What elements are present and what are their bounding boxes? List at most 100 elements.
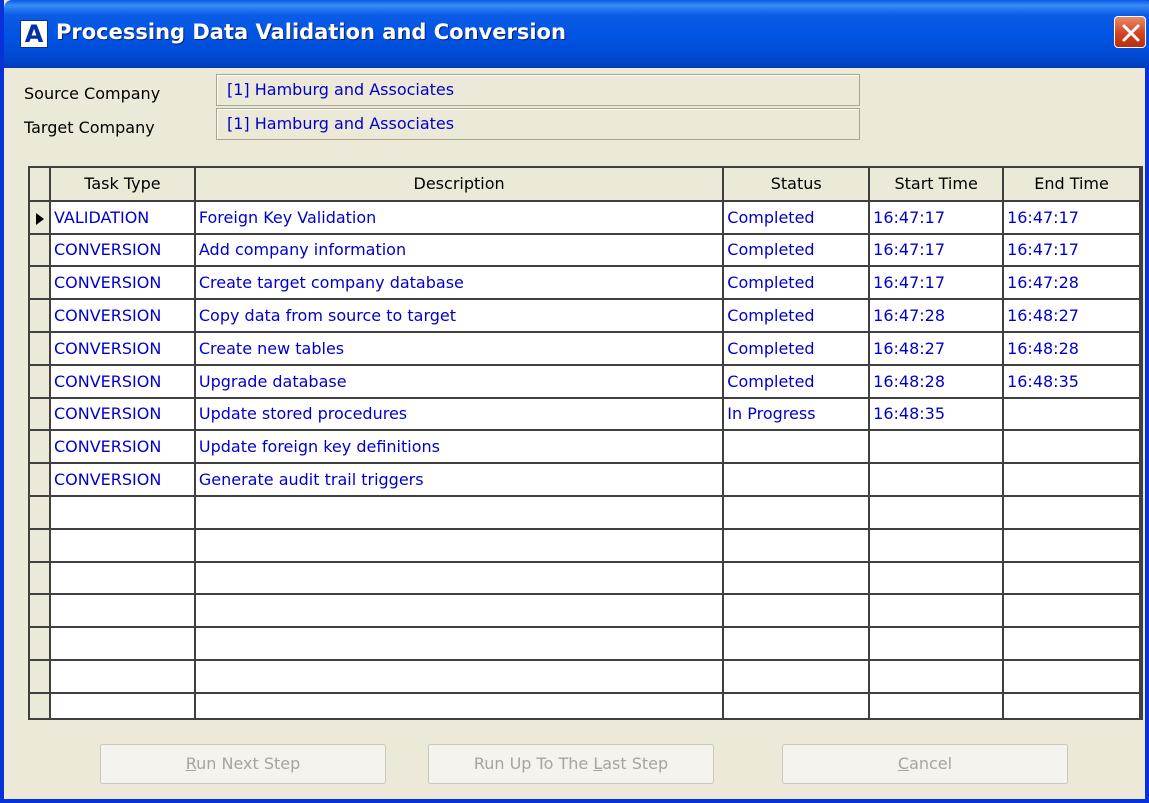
- run-to-last-step-button[interactable]: Run Up To The Last Step: [428, 744, 714, 784]
- row-selector[interactable]: [30, 233, 51, 268]
- cell-start-time[interactable]: 16:47:28: [869, 299, 1005, 333]
- cell-description[interactable]: Upgrade database: [194, 364, 725, 399]
- cell-description[interactable]: Create target company database: [194, 266, 725, 301]
- empty-table-row[interactable]: [30, 561, 1141, 596]
- cell-start-time[interactable]: [869, 528, 1005, 563]
- row-selector[interactable]: [30, 692, 51, 718]
- cell-status[interactable]: In Progress: [723, 397, 871, 432]
- cell-task-type[interactable]: [49, 528, 196, 563]
- column-header-task-type[interactable]: Task Type: [49, 168, 196, 202]
- table-row[interactable]: CONVERSION Copy data from source to targe…: [30, 299, 1141, 333]
- cell-description[interactable]: [194, 495, 725, 530]
- cell-status[interactable]: Completed: [723, 233, 871, 268]
- cell-start-time[interactable]: [869, 430, 1005, 465]
- cell-start-time[interactable]: [869, 659, 1005, 694]
- cell-start-time[interactable]: 16:47:17: [869, 200, 1005, 235]
- table-row[interactable]: VALIDATION Foreign Key Validation Complete…: [30, 200, 1141, 235]
- cell-end-time[interactable]: 16:47:17: [1003, 200, 1141, 235]
- cell-task-type[interactable]: CONVERSION: [49, 364, 196, 399]
- table-row[interactable]: CONVERSION Create target company database…: [30, 266, 1141, 301]
- cell-end-time[interactable]: [1003, 430, 1141, 465]
- cell-status[interactable]: [723, 463, 871, 497]
- cell-description[interactable]: Foreign Key Validation: [194, 200, 725, 235]
- column-header-end-time[interactable]: End Time: [1003, 168, 1141, 202]
- table-row[interactable]: CONVERSION Upgrade database Completed 16:48…: [30, 364, 1141, 399]
- cell-description[interactable]: [194, 659, 725, 694]
- close-button[interactable]: [1114, 16, 1146, 48]
- cell-status[interactable]: Completed: [723, 364, 871, 399]
- cell-description[interactable]: [194, 561, 725, 596]
- cell-description[interactable]: [194, 692, 725, 718]
- cell-start-time[interactable]: 16:47:17: [869, 266, 1005, 301]
- cell-start-time[interactable]: [869, 594, 1005, 629]
- run-next-step-button[interactable]: Run Next Step: [100, 744, 386, 784]
- cell-status[interactable]: [723, 627, 871, 661]
- title-bar[interactable]: A Processing Data Validation and Convers…: [4, 0, 1149, 68]
- cell-status[interactable]: [723, 561, 871, 596]
- table-row[interactable]: CONVERSION Update stored procedures In Pro…: [30, 397, 1141, 432]
- cell-end-time[interactable]: 16:48:28: [1003, 331, 1141, 366]
- cell-end-time[interactable]: 16:47:17: [1003, 233, 1141, 268]
- cell-end-time[interactable]: [1003, 495, 1141, 530]
- empty-table-row[interactable]: [30, 528, 1141, 563]
- row-selector[interactable]: [30, 397, 51, 432]
- row-selector[interactable]: [30, 364, 51, 399]
- cell-end-time[interactable]: 16:48:27: [1003, 299, 1141, 333]
- task-grid[interactable]: Task Type Description Status Start Time …: [28, 166, 1143, 720]
- cell-start-time[interactable]: [869, 692, 1005, 718]
- cell-status[interactable]: [723, 594, 871, 629]
- cell-description[interactable]: [194, 594, 725, 629]
- cell-task-type[interactable]: CONVERSION: [49, 397, 196, 432]
- cell-end-time[interactable]: [1003, 528, 1141, 563]
- row-selector[interactable]: [30, 430, 51, 465]
- cell-status[interactable]: [723, 528, 871, 563]
- cell-task-type[interactable]: VALIDATION: [49, 200, 196, 235]
- cell-start-time[interactable]: 16:47:17: [869, 233, 1005, 268]
- cell-task-type[interactable]: [49, 594, 196, 629]
- cell-start-time[interactable]: [869, 495, 1005, 530]
- cell-status[interactable]: [723, 692, 871, 718]
- empty-table-row[interactable]: [30, 692, 1141, 718]
- cell-task-type[interactable]: [49, 659, 196, 694]
- cell-description[interactable]: Update stored procedures: [194, 397, 725, 432]
- cell-end-time[interactable]: [1003, 627, 1141, 661]
- cell-end-time[interactable]: [1003, 659, 1141, 694]
- cell-start-time[interactable]: [869, 561, 1005, 596]
- cell-task-type[interactable]: CONVERSION: [49, 299, 196, 333]
- row-selector[interactable]: [30, 528, 51, 563]
- empty-table-row[interactable]: [30, 594, 1141, 629]
- row-selector[interactable]: [30, 266, 51, 301]
- cell-task-type[interactable]: CONVERSION: [49, 463, 196, 497]
- table-row[interactable]: CONVERSION Generate audit trail triggers: [30, 463, 1141, 497]
- cell-task-type[interactable]: [49, 692, 196, 718]
- row-selector[interactable]: [30, 495, 51, 530]
- cell-status[interactable]: Completed: [723, 331, 871, 366]
- cell-status[interactable]: Completed: [723, 266, 871, 301]
- table-row[interactable]: CONVERSION Add company information Complet…: [30, 233, 1141, 268]
- cancel-button[interactable]: Cancel: [782, 744, 1068, 784]
- cell-start-time[interactable]: 16:48:35: [869, 397, 1005, 432]
- table-row[interactable]: CONVERSION Create new tables Completed 16:4…: [30, 331, 1141, 366]
- column-header-start-time[interactable]: Start Time: [869, 168, 1005, 202]
- cell-status[interactable]: [723, 430, 871, 465]
- cell-task-type[interactable]: [49, 627, 196, 661]
- row-selector[interactable]: [30, 594, 51, 629]
- cell-description[interactable]: Generate audit trail triggers: [194, 463, 725, 497]
- empty-table-row[interactable]: [30, 659, 1141, 694]
- row-selector[interactable]: [30, 463, 51, 497]
- cell-end-time[interactable]: [1003, 463, 1141, 497]
- row-selector[interactable]: [30, 200, 51, 235]
- cell-status[interactable]: Completed: [723, 200, 871, 235]
- cell-task-type[interactable]: CONVERSION: [49, 430, 196, 465]
- cell-end-time[interactable]: 16:48:35: [1003, 364, 1141, 399]
- column-header-description[interactable]: Description: [194, 168, 725, 202]
- cell-task-type[interactable]: [49, 495, 196, 530]
- cell-task-type[interactable]: CONVERSION: [49, 331, 196, 366]
- cell-start-time[interactable]: [869, 463, 1005, 497]
- cell-start-time[interactable]: 16:48:28: [869, 364, 1005, 399]
- cell-description[interactable]: Copy data from source to target: [194, 299, 725, 333]
- cell-status[interactable]: [723, 495, 871, 530]
- row-selector[interactable]: [30, 659, 51, 694]
- cell-task-type[interactable]: [49, 561, 196, 596]
- cell-start-time[interactable]: 16:48:27: [869, 331, 1005, 366]
